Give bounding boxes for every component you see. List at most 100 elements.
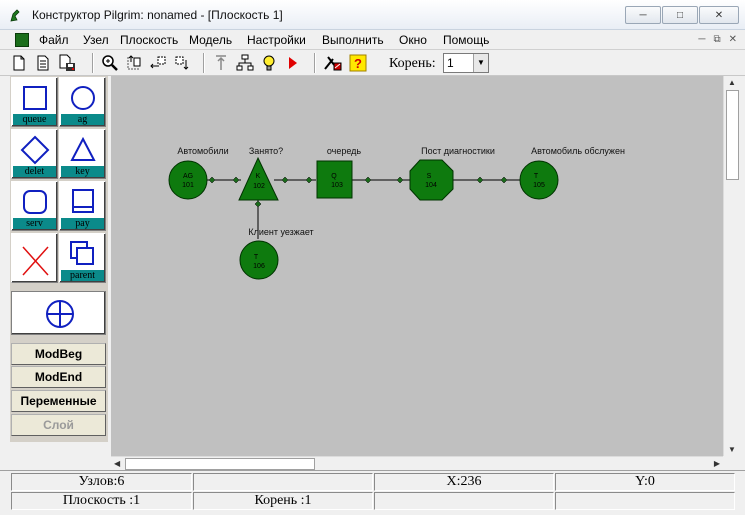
debug-tools-icon bbox=[324, 56, 342, 71]
delete-cross-icon bbox=[22, 246, 49, 276]
scroll-up-icon[interactable]: ▲ bbox=[728, 78, 736, 87]
menu-settings[interactable]: Настройки bbox=[247, 33, 306, 47]
palette-label: parent bbox=[61, 270, 104, 281]
menu-plane[interactable]: Плоскость bbox=[120, 33, 178, 47]
root-select-value: 1 bbox=[447, 56, 454, 70]
status-bar: Узлов:6 X:236 Y:0 Плоскость :1 Корень :1 bbox=[0, 470, 745, 515]
zoom-button[interactable] bbox=[99, 52, 121, 74]
rounded-square-icon bbox=[23, 190, 47, 214]
modbeg-button[interactable]: ModBeg bbox=[11, 343, 106, 365]
palette-queue[interactable]: queue bbox=[11, 77, 58, 127]
hierarchy-button[interactable] bbox=[234, 52, 256, 74]
node-type: K bbox=[256, 173, 261, 180]
scroll-down-icon[interactable]: ▼ bbox=[728, 445, 736, 454]
diagram-node-104[interactable]: S 104 bbox=[409, 159, 454, 201]
menu-window[interactable]: Окно bbox=[399, 33, 427, 47]
play-icon bbox=[289, 57, 297, 69]
variables-button[interactable]: Переменные bbox=[11, 390, 106, 412]
diagram-node-102[interactable]: K 102 bbox=[238, 156, 279, 201]
node-id: 103 bbox=[331, 182, 343, 189]
vertical-scrollbar[interactable]: ▲ ▼ bbox=[723, 76, 740, 456]
model-canvas[interactable]: AG 101 Автомобили K 102 Занято? Q 103 оч… bbox=[111, 76, 723, 456]
to-top-icon bbox=[216, 55, 226, 70]
lightbulb-icon bbox=[263, 55, 275, 71]
move-down-button[interactable] bbox=[171, 52, 193, 74]
palette-ag[interactable]: ag bbox=[59, 77, 106, 127]
node-caption: очередь bbox=[327, 146, 362, 156]
menu-model[interactable]: Модель bbox=[189, 33, 232, 47]
status-plane: Плоскость :1 bbox=[11, 492, 192, 510]
debug-button[interactable] bbox=[322, 52, 344, 74]
diagram-node-103[interactable]: Q 103 bbox=[316, 160, 353, 199]
move-left-icon bbox=[150, 56, 166, 69]
open-file-icon bbox=[37, 55, 49, 71]
vertical-scroll-thumb[interactable] bbox=[726, 90, 739, 180]
diagram-svg: AG 101 Автомобили K 102 Занято? Q 103 оч… bbox=[168, 146, 625, 280]
status-node-count: Узлов:6 bbox=[11, 473, 192, 491]
menu-node[interactable]: Узел bbox=[83, 33, 109, 47]
run-button[interactable] bbox=[282, 52, 304, 74]
minimize-button[interactable]: ─ bbox=[625, 6, 661, 24]
status-empty-1 bbox=[193, 473, 373, 491]
move-up-button[interactable] bbox=[123, 52, 145, 74]
mdi-minimize-button[interactable]: ─ bbox=[698, 34, 705, 45]
palette-delete[interactable] bbox=[11, 233, 58, 283]
menu-bar: Файл Узел Плоскость Модель Настройки Вып… bbox=[0, 30, 745, 50]
palette-label: key bbox=[61, 166, 104, 177]
move-left-button[interactable] bbox=[147, 52, 169, 74]
open-file-button[interactable] bbox=[32, 52, 54, 74]
diagram-node-101[interactable]: AG 101 bbox=[168, 160, 208, 200]
scroll-left-icon[interactable]: ◀ bbox=[114, 459, 120, 468]
status-x: X:236 bbox=[374, 473, 554, 491]
close-button[interactable]: ✕ bbox=[699, 6, 739, 24]
node-id: 104 bbox=[425, 182, 437, 189]
scroll-right-icon[interactable]: ▶ bbox=[714, 459, 720, 468]
crosshair-circle-icon bbox=[46, 300, 74, 328]
chevron-down-icon[interactable]: ▼ bbox=[473, 54, 488, 72]
palette-label: delet bbox=[13, 166, 56, 177]
node-type: Q bbox=[331, 173, 337, 180]
palette-delet[interactable]: delet bbox=[11, 129, 58, 179]
diagram-node-105[interactable]: T 105 bbox=[519, 160, 559, 200]
zoom-icon bbox=[102, 55, 118, 71]
save-file-icon bbox=[59, 54, 75, 71]
node-caption: Автомобили bbox=[177, 146, 228, 156]
hierarchy-icon bbox=[236, 54, 254, 71]
menu-file[interactable]: Файл bbox=[39, 33, 69, 47]
new-file-button[interactable] bbox=[8, 52, 30, 74]
parent-icon bbox=[70, 241, 94, 265]
mdi-restore-button[interactable]: ⧉ bbox=[713, 34, 720, 45]
palette-parent[interactable]: parent bbox=[59, 233, 106, 283]
menu-help[interactable]: Помощь bbox=[443, 33, 489, 47]
node-caption: Клиент уезжает bbox=[248, 227, 313, 237]
horizontal-scroll-thumb[interactable] bbox=[125, 458, 315, 470]
help-button[interactable]: ? bbox=[347, 52, 369, 74]
root-label: Корень: bbox=[389, 56, 436, 71]
menu-run[interactable]: Выполнить bbox=[322, 33, 384, 47]
palette-serv[interactable]: serv bbox=[11, 181, 58, 231]
circle-icon bbox=[71, 86, 95, 110]
title-bar: Конструктор Pilgrim: nonamed - [Плоскост… bbox=[0, 0, 745, 30]
palette-link[interactable] bbox=[11, 291, 106, 335]
save-file-button[interactable] bbox=[56, 52, 78, 74]
pay-icon bbox=[72, 189, 94, 213]
modend-button[interactable]: ModEnd bbox=[11, 366, 106, 388]
palette-key[interactable]: key bbox=[59, 129, 106, 179]
node-caption: Занято? bbox=[249, 146, 283, 156]
diagram-node-106[interactable]: T 106 bbox=[239, 240, 279, 280]
triangle-icon bbox=[70, 136, 96, 161]
square-icon bbox=[23, 86, 47, 110]
new-file-icon bbox=[13, 55, 25, 71]
document-icon[interactable] bbox=[15, 33, 29, 47]
maximize-button[interactable]: □ bbox=[662, 6, 698, 24]
mdi-close-button[interactable]: ✕ bbox=[729, 34, 737, 45]
lightbulb-button[interactable] bbox=[258, 52, 280, 74]
move-down-icon bbox=[175, 56, 189, 70]
palette-pay[interactable]: pay bbox=[59, 181, 106, 231]
layer-button[interactable]: Слой bbox=[11, 414, 106, 436]
to-top-button[interactable] bbox=[210, 52, 232, 74]
horizontal-scrollbar[interactable]: ◀ ▶ bbox=[111, 456, 723, 470]
root-select[interactable]: 1 ▼ bbox=[443, 53, 489, 73]
svg-text:?: ? bbox=[354, 56, 362, 71]
node-type: S bbox=[427, 173, 432, 180]
